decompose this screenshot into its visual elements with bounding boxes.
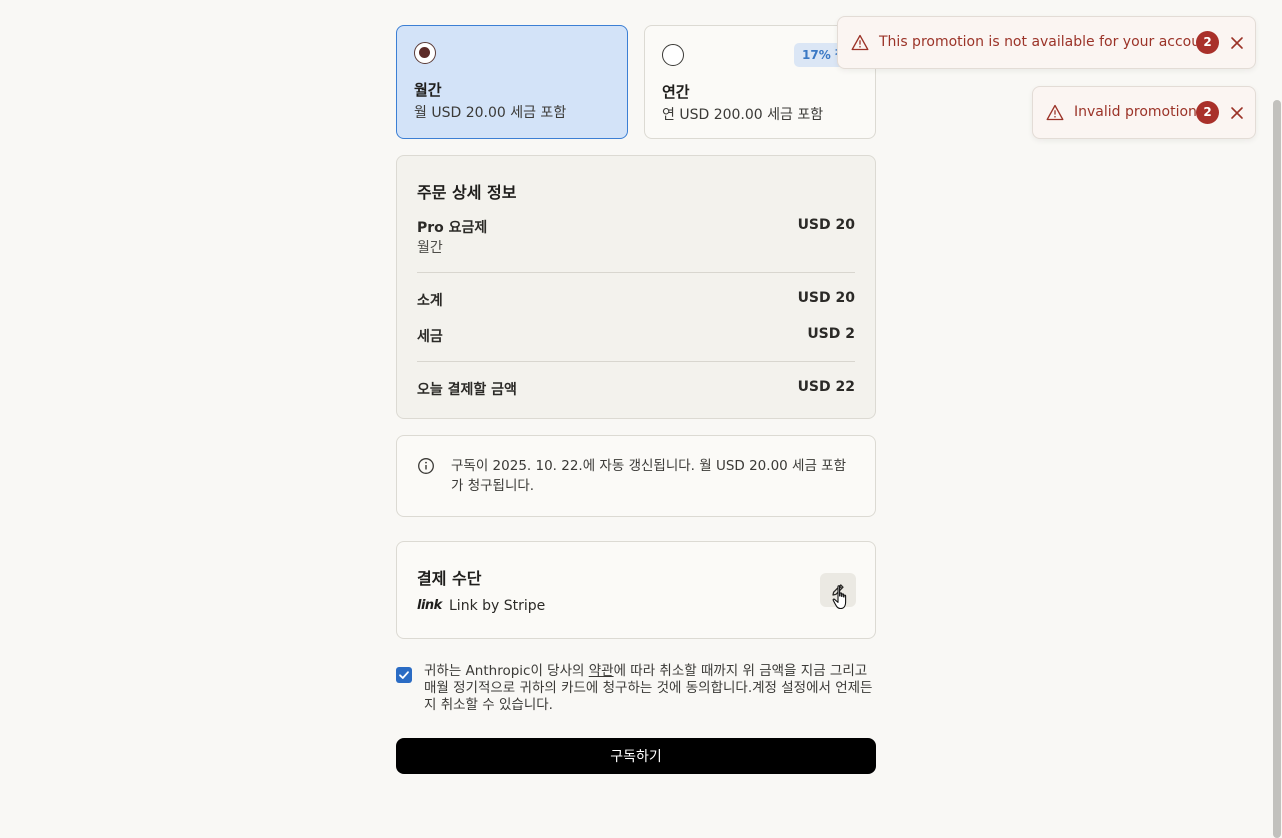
subtotal-label: 소계 bbox=[417, 293, 443, 309]
info-icon bbox=[418, 458, 434, 474]
close-icon[interactable] bbox=[1229, 105, 1245, 121]
total-value: USD 22 bbox=[797, 379, 855, 395]
consent-checkbox[interactable] bbox=[396, 667, 412, 683]
plan-name-yearly: 연간 bbox=[662, 83, 690, 101]
order-details: 주문 상세 정보 Pro 요금제 월간 USD 20 소계 USD 20 세금 … bbox=[396, 155, 876, 419]
renewal-text: 구독이 2025. 10. 22.에 자동 갱신됩니다. 월 USD 20.00… bbox=[451, 458, 847, 494]
consent-text-before: 귀하는 Anthropic이 당사의 bbox=[424, 663, 589, 679]
total-label: 오늘 결제할 금액 bbox=[417, 382, 517, 398]
close-icon[interactable] bbox=[1229, 35, 1245, 51]
yearly-radio[interactable] bbox=[662, 44, 684, 66]
check-icon bbox=[399, 671, 409, 679]
toast-message: Invalid promotion bbox=[1074, 104, 1197, 120]
plan-price-monthly: 월 USD 20.00 세금 포함 bbox=[414, 105, 567, 121]
warning-icon bbox=[1046, 104, 1064, 121]
order-title: 주문 상세 정보 bbox=[417, 183, 517, 202]
warning-icon bbox=[851, 34, 869, 51]
renewal-info: 구독이 2025. 10. 22.에 자동 갱신됩니다. 월 USD 20.00… bbox=[396, 435, 876, 517]
error-toast: This promotion is not available for your… bbox=[837, 16, 1256, 69]
link-logo: link bbox=[417, 598, 442, 613]
payment-method: 결제 수단 link Link by Stripe bbox=[396, 541, 876, 639]
scrollbar[interactable] bbox=[1272, 0, 1282, 838]
subscribe-button[interactable]: 구독하기 bbox=[396, 738, 876, 774]
payment-title: 결제 수단 bbox=[417, 569, 482, 588]
subtotal-value: USD 20 bbox=[797, 290, 855, 306]
scrollbar-thumb[interactable] bbox=[1273, 100, 1281, 838]
mouse-cursor-icon bbox=[832, 585, 847, 610]
tax-label: 세금 bbox=[417, 329, 443, 345]
divider bbox=[417, 272, 855, 273]
toast-message: This promotion is not available for your… bbox=[879, 34, 1215, 50]
tax-value: USD 2 bbox=[807, 326, 855, 342]
checkout-page: 월간 월 USD 20.00 세금 포함 17% 절 연간 연 USD 200.… bbox=[0, 0, 1282, 838]
order-item-period: 월간 bbox=[417, 240, 443, 256]
terms-link[interactable]: 약관 bbox=[589, 663, 614, 679]
error-toast: Invalid promotion 2 bbox=[1032, 86, 1256, 139]
plan-name-monthly: 월간 bbox=[414, 81, 442, 99]
plan-price-yearly: 연 USD 200.00 세금 포함 bbox=[662, 107, 824, 123]
order-item-price: USD 20 bbox=[797, 217, 855, 233]
plan-option-monthly[interactable]: 월간 월 USD 20.00 세금 포함 bbox=[396, 25, 628, 139]
consent-text: 귀하는 Anthropic이 당사의 약관에 따라 취소할 때까지 위 금액을 … bbox=[424, 663, 876, 714]
payment-method-name: Link by Stripe bbox=[449, 598, 546, 614]
toast-count-badge: 2 bbox=[1196, 31, 1219, 54]
order-item-name: Pro 요금제 bbox=[417, 220, 488, 236]
divider bbox=[417, 361, 855, 362]
monthly-radio[interactable] bbox=[414, 42, 436, 64]
toast-count-badge: 2 bbox=[1196, 101, 1219, 124]
